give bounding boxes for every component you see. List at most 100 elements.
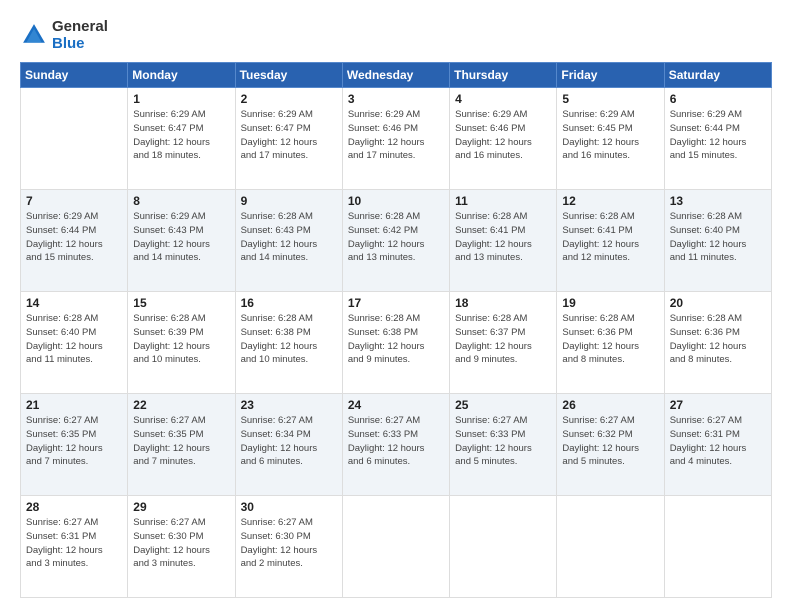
day-info: Sunrise: 6:29 AMSunset: 6:46 PMDaylight:… (348, 108, 444, 163)
day-number: 13 (670, 194, 766, 208)
calendar-cell: 12 Sunrise: 6:28 AMSunset: 6:41 PMDayligh… (557, 190, 664, 292)
day-info: Sunrise: 6:27 AMSunset: 6:33 PMDaylight:… (455, 414, 551, 469)
weekday-header-friday: Friday (557, 63, 664, 88)
day-number: 1 (133, 92, 229, 106)
calendar-cell: 18Sunrise: 6:28 AMSunset: 6:37 PMDayligh… (450, 292, 557, 394)
day-info: Sunrise: 6:28 AMSunset: 6:36 PMDaylight:… (562, 312, 658, 367)
day-info: Sunrise: 6:29 AMSunset: 6:47 PMDaylight:… (241, 108, 337, 163)
day-number: 25 (455, 398, 551, 412)
day-info: Sunrise: 6:28 AMSunset: 6:40 PMDaylight:… (670, 210, 766, 265)
calendar-cell: 14Sunrise: 6:28 AMSunset: 6:40 PMDayligh… (21, 292, 128, 394)
day-number: 9 (241, 194, 337, 208)
day-info: Sunrise: 6:28 AMSunset: 6:41 PMDaylight:… (455, 210, 551, 265)
calendar-cell: 10 Sunrise: 6:28 AMSunset: 6:42 PMDayligh… (342, 190, 449, 292)
day-number: 11 (455, 194, 551, 208)
day-info: Sunrise: 6:27 AMSunset: 6:34 PMDaylight:… (241, 414, 337, 469)
calendar-cell: 26 Sunrise: 6:27 AMSunset: 6:32 PMDayligh… (557, 394, 664, 496)
day-info: Sunrise: 6:27 AMSunset: 6:31 PMDaylight:… (26, 516, 122, 571)
calendar-cell: 28Sunrise: 6:27 AMSunset: 6:31 PMDayligh… (21, 496, 128, 598)
calendar-cell: 5 Sunrise: 6:29 AMSunset: 6:45 PMDaylight… (557, 88, 664, 190)
day-info: Sunrise: 6:28 AMSunset: 6:38 PMDaylight:… (241, 312, 337, 367)
weekday-header-monday: Monday (128, 63, 235, 88)
day-info: Sunrise: 6:28 AMSunset: 6:42 PMDaylight:… (348, 210, 444, 265)
day-number: 3 (348, 92, 444, 106)
calendar-cell: 27 Sunrise: 6:27 AMSunset: 6:31 PMDayligh… (664, 394, 771, 496)
logo: General Blue (20, 18, 108, 52)
calendar-cell: 17 Sunrise: 6:28 AMSunset: 6:38 PMDayligh… (342, 292, 449, 394)
week-row-5: 28Sunrise: 6:27 AMSunset: 6:31 PMDayligh… (21, 496, 772, 598)
weekday-header-saturday: Saturday (664, 63, 771, 88)
calendar-cell: 8Sunrise: 6:29 AMSunset: 6:43 PMDaylight… (128, 190, 235, 292)
day-number: 7 (26, 194, 122, 208)
weekday-header-thursday: Thursday (450, 63, 557, 88)
day-number: 14 (26, 296, 122, 310)
day-info: Sunrise: 6:29 AMSunset: 6:43 PMDaylight:… (133, 210, 229, 265)
day-info: Sunrise: 6:29 AMSunset: 6:44 PMDaylight:… (26, 210, 122, 265)
day-info: Sunrise: 6:29 AMSunset: 6:45 PMDaylight:… (562, 108, 658, 163)
calendar-cell: 30Sunrise: 6:27 AMSunset: 6:30 PMDayligh… (235, 496, 342, 598)
calendar-table: SundayMondayTuesdayWednesdayThursdayFrid… (20, 62, 772, 598)
day-number: 29 (133, 500, 229, 514)
calendar-cell: 7 Sunrise: 6:29 AMSunset: 6:44 PMDaylight… (21, 190, 128, 292)
day-number: 10 (348, 194, 444, 208)
day-info: Sunrise: 6:28 AMSunset: 6:38 PMDaylight:… (348, 312, 444, 367)
day-number: 2 (241, 92, 337, 106)
day-number: 30 (241, 500, 337, 514)
day-number: 6 (670, 92, 766, 106)
calendar-cell: 15 Sunrise: 6:28 AMSunset: 6:39 PMDayligh… (128, 292, 235, 394)
day-number: 26 (562, 398, 658, 412)
calendar-cell: 21 Sunrise: 6:27 AMSunset: 6:35 PMDayligh… (21, 394, 128, 496)
page: General Blue SundayMondayTuesdayWednesda… (0, 0, 792, 612)
calendar-cell: 6 Sunrise: 6:29 AMSunset: 6:44 PMDaylight… (664, 88, 771, 190)
day-number: 24 (348, 398, 444, 412)
calendar-cell: 20 Sunrise: 6:28 AMSunset: 6:36 PMDayligh… (664, 292, 771, 394)
calendar-cell: 2 Sunrise: 6:29 AMSunset: 6:47 PMDaylight… (235, 88, 342, 190)
day-info: Sunrise: 6:27 AMSunset: 6:35 PMDaylight:… (26, 414, 122, 469)
day-info: Sunrise: 6:27 AMSunset: 6:31 PMDaylight:… (670, 414, 766, 469)
week-row-4: 21 Sunrise: 6:27 AMSunset: 6:35 PMDayligh… (21, 394, 772, 496)
calendar-cell (557, 496, 664, 598)
day-info: Sunrise: 6:27 AMSunset: 6:30 PMDaylight:… (133, 516, 229, 571)
day-number: 16 (241, 296, 337, 310)
calendar-cell (21, 88, 128, 190)
weekday-header-tuesday: Tuesday (235, 63, 342, 88)
calendar-cell: 13 Sunrise: 6:28 AMSunset: 6:40 PMDayligh… (664, 190, 771, 292)
day-number: 5 (562, 92, 658, 106)
calendar-cell: 3 Sunrise: 6:29 AMSunset: 6:46 PMDaylight… (342, 88, 449, 190)
calendar-cell: 22 Sunrise: 6:27 AMSunset: 6:35 PMDayligh… (128, 394, 235, 496)
day-number: 23 (241, 398, 337, 412)
day-number: 17 (348, 296, 444, 310)
calendar-cell: 11 Sunrise: 6:28 AMSunset: 6:41 PMDayligh… (450, 190, 557, 292)
day-info: Sunrise: 6:29 AMSunset: 6:44 PMDaylight:… (670, 108, 766, 163)
day-number: 20 (670, 296, 766, 310)
week-row-3: 14Sunrise: 6:28 AMSunset: 6:40 PMDayligh… (21, 292, 772, 394)
week-row-2: 7 Sunrise: 6:29 AMSunset: 6:44 PMDaylight… (21, 190, 772, 292)
calendar-cell: 16 Sunrise: 6:28 AMSunset: 6:38 PMDayligh… (235, 292, 342, 394)
day-number: 12 (562, 194, 658, 208)
calendar-cell: 23 Sunrise: 6:27 AMSunset: 6:34 PMDayligh… (235, 394, 342, 496)
day-info: Sunrise: 6:28 AMSunset: 6:36 PMDaylight:… (670, 312, 766, 367)
day-number: 27 (670, 398, 766, 412)
weekday-header-wednesday: Wednesday (342, 63, 449, 88)
day-number: 19 (562, 296, 658, 310)
day-info: Sunrise: 6:29 AMSunset: 6:46 PMDaylight:… (455, 108, 551, 163)
calendar-cell: 24Sunrise: 6:27 AMSunset: 6:33 PMDayligh… (342, 394, 449, 496)
calendar-cell: 4Sunrise: 6:29 AMSunset: 6:46 PMDaylight… (450, 88, 557, 190)
day-info: Sunrise: 6:28 AMSunset: 6:41 PMDaylight:… (562, 210, 658, 265)
day-number: 18 (455, 296, 551, 310)
day-info: Sunrise: 6:28 AMSunset: 6:43 PMDaylight:… (241, 210, 337, 265)
day-number: 21 (26, 398, 122, 412)
header: General Blue (20, 18, 772, 52)
calendar-cell: 25 Sunrise: 6:27 AMSunset: 6:33 PMDayligh… (450, 394, 557, 496)
calendar-cell (342, 496, 449, 598)
weekday-header-sunday: Sunday (21, 63, 128, 88)
logo-text: General Blue (52, 18, 108, 52)
day-info: Sunrise: 6:28 AMSunset: 6:39 PMDaylight:… (133, 312, 229, 367)
calendar-cell (450, 496, 557, 598)
day-info: Sunrise: 6:29 AMSunset: 6:47 PMDaylight:… (133, 108, 229, 163)
day-info: Sunrise: 6:27 AMSunset: 6:32 PMDaylight:… (562, 414, 658, 469)
day-number: 15 (133, 296, 229, 310)
day-info: Sunrise: 6:27 AMSunset: 6:35 PMDaylight:… (133, 414, 229, 469)
day-number: 22 (133, 398, 229, 412)
calendar-cell: 1 Sunrise: 6:29 AMSunset: 6:47 PMDaylight… (128, 88, 235, 190)
